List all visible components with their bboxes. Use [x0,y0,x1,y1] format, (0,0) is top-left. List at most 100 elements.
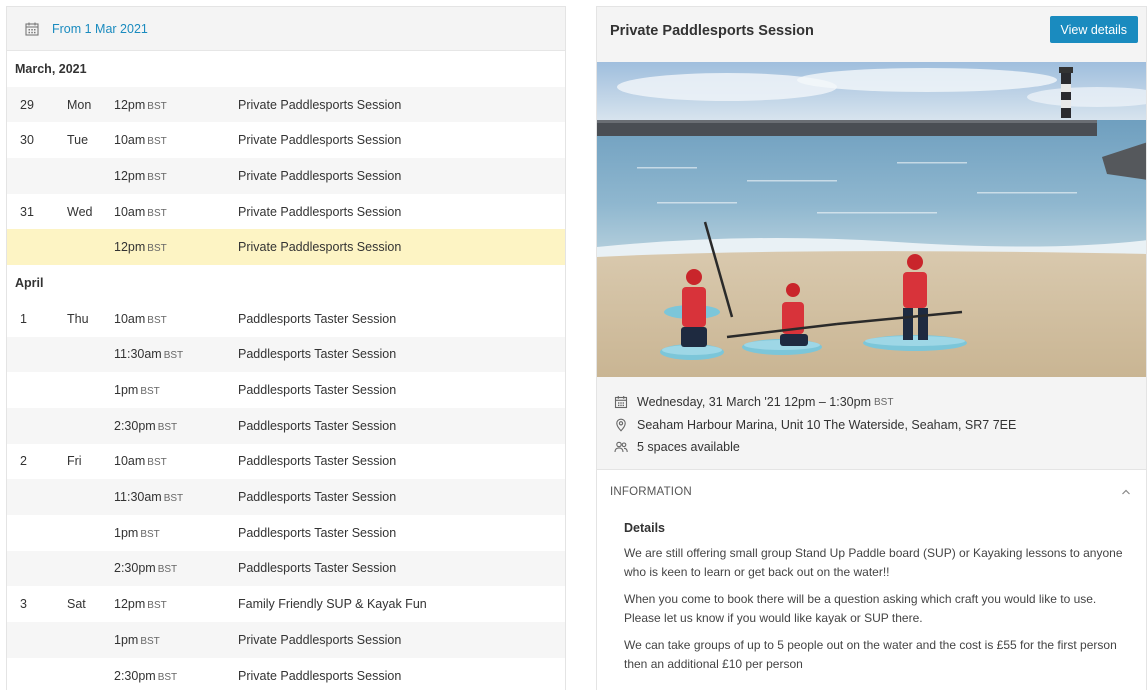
session-timezone: BST [147,171,167,183]
session-row[interactable]: 2 Fri 10am BST Paddlesports Taster Session [7,443,565,480]
session-row[interactable]: 11:30am BST Paddlesports Taster Session [7,336,565,373]
chevron-up-icon[interactable] [1120,486,1132,498]
session-timezone: BST [163,350,184,362]
session-time: 1pm BST [114,383,238,397]
session-timezone: BST [147,600,167,612]
details-paragraph: We can take groups of up to 5 people out… [624,637,1117,671]
session-row[interactable]: 2:30pm BST Paddlesports Taster Session [7,550,565,587]
session-name: Private Paddlesports Session [238,632,402,647]
session-time-value: 12pm [114,597,146,612]
session-time-value: 10am [114,133,146,148]
session-row[interactable]: 1 Thu 10am BST Paddlesports Taster Session [7,300,565,337]
information-body: Details We are still offering small grou… [597,514,1146,674]
session-time: 2:30pm BST [114,419,238,433]
session-weekday: Tue [67,133,89,148]
session-row[interactable]: 3 Sat 12pm BST Family Friendly SUP & Kayak F… [7,586,565,622]
session-time-value: 1pm [114,525,139,540]
event-location-text: Seaham Harbour Marina, Unit 10 The Water… [637,417,1017,432]
session-day: 31 [20,204,34,219]
schedule-panel: From 1 Mar 2021 March, 2021 29 Mon 12pm BST P… [6,6,566,690]
event-title: Private Paddlesports Session [610,22,814,39]
session-time-value: 12pm [114,168,146,183]
session-weekday: Fri [67,454,82,469]
session-timezone: BST [157,564,178,576]
session-weekday: Wed [67,204,93,219]
session-name: Paddlesports Taster Session [238,383,397,398]
event-date-line: Wednesday, 31 March '21 12pm – 1:30pm BS… [614,391,1146,414]
details-paragraph: When you come to book there will be a qu… [624,591,1097,625]
session-row[interactable]: 29 Mon 12pm BST Private Paddlesports Session [7,86,565,123]
session-weekday: Sat [67,597,86,612]
session-name: Private Paddlesports Session [238,668,402,683]
event-photo [597,62,1146,377]
session-row-selected[interactable]: 12pm BST Private Paddlesports Session [7,229,565,266]
session-name: Paddlesports Taster Session [238,490,397,505]
session-timezone: BST [140,528,160,540]
session-weekday: Thu [67,311,89,326]
information-label: INFORMATION [610,485,692,498]
session-timezone: BST [163,493,184,505]
session-time: 11:30am BST [114,490,238,504]
session-time: 10am BST [114,205,238,219]
session-timezone: BST [147,457,167,469]
session-timezone: BST [157,671,178,683]
details-heading: Details [624,520,665,535]
information-section-toggle[interactable]: INFORMATION [597,470,1146,514]
event-date-tz: BST [874,396,894,408]
details-paragraph: We are still offering small group Stand … [624,545,1123,579]
session-time-value: 1pm [114,383,139,398]
month-heading: April [7,265,565,301]
session-name: Paddlesports Taster Session [238,311,397,326]
session-day: 30 [20,133,34,148]
session-row[interactable]: 1pm BST Paddlesports Taster Session [7,514,565,551]
calendar-icon [614,396,628,409]
session-time: 11:30am BST [114,347,238,361]
session-time: 1pm BST [114,526,238,540]
location-pin-icon [616,418,626,432]
session-time-value: 2:30pm [114,668,156,683]
session-time: 12pm BST [114,597,238,611]
session-time: 10am BST [114,133,238,147]
session-name: Private Paddlesports Session [238,204,402,219]
session-timezone: BST [157,421,178,433]
session-time-value: 1pm [114,632,139,647]
session-time: 1pm BST [114,633,238,647]
session-name: Private Paddlesports Session [238,168,402,183]
session-timezone: BST [147,207,167,219]
session-row[interactable]: 12pm BST Private Paddlesports Session [7,158,565,194]
session-time-value: 12pm [114,240,146,255]
session-time: 12pm BST [114,169,238,183]
session-day: 3 [20,597,27,612]
session-name: Paddlesports Taster Session [238,561,397,576]
session-time: 10am BST [114,312,238,326]
session-row[interactable]: 2:30pm BST Paddlesports Taster Session [7,407,565,444]
session-timezone: BST [147,314,167,326]
session-row[interactable]: 1pm BST Paddlesports Taster Session [7,372,565,408]
session-time: 2:30pm BST [114,561,238,575]
view-details-button[interactable]: View details [1049,16,1138,43]
session-time-value: 11:30am [114,490,162,505]
session-row[interactable]: 31 Wed 10am BST Private Paddlesports Session [7,193,565,230]
session-row[interactable]: 1pm BST Private Paddlesports Session [7,622,565,658]
session-time: 2:30pm BST [114,669,238,683]
session-name: Private Paddlesports Session [238,97,402,112]
schedule-list: March, 2021 29 Mon 12pm BST Private Paddlespo… [7,51,565,690]
session-row[interactable]: 11:30am BST Paddlesports Taster Session [7,479,565,515]
session-row[interactable]: 2:30pm BST Private Paddlesports Session [7,657,565,690]
session-timezone: BST [140,386,160,398]
session-time-value: 12pm [114,97,146,112]
session-timezone: BST [140,635,160,647]
event-meta: Wednesday, 31 March '21 12pm – 1:30pm BS… [597,377,1146,470]
session-row[interactable]: 30 Tue 10am BST Private Paddlesports Session [7,122,565,159]
session-timezone: BST [147,243,167,255]
event-detail-panel: Private Paddlesports Session View detail… [596,6,1147,690]
session-day: 2 [20,454,27,469]
session-timezone: BST [147,136,167,148]
session-time: 12pm BST [114,98,238,112]
session-time: 10am BST [114,454,238,468]
event-date-text: Wednesday, 31 March '21 12pm – 1:30pm [637,395,872,410]
from-date-link[interactable]: From 1 Mar 2021 [52,22,148,36]
event-spaces-text: 5 spaces available [637,440,740,455]
session-day: 1 [20,311,27,326]
date-filter-bar[interactable]: From 1 Mar 2021 [7,7,565,51]
